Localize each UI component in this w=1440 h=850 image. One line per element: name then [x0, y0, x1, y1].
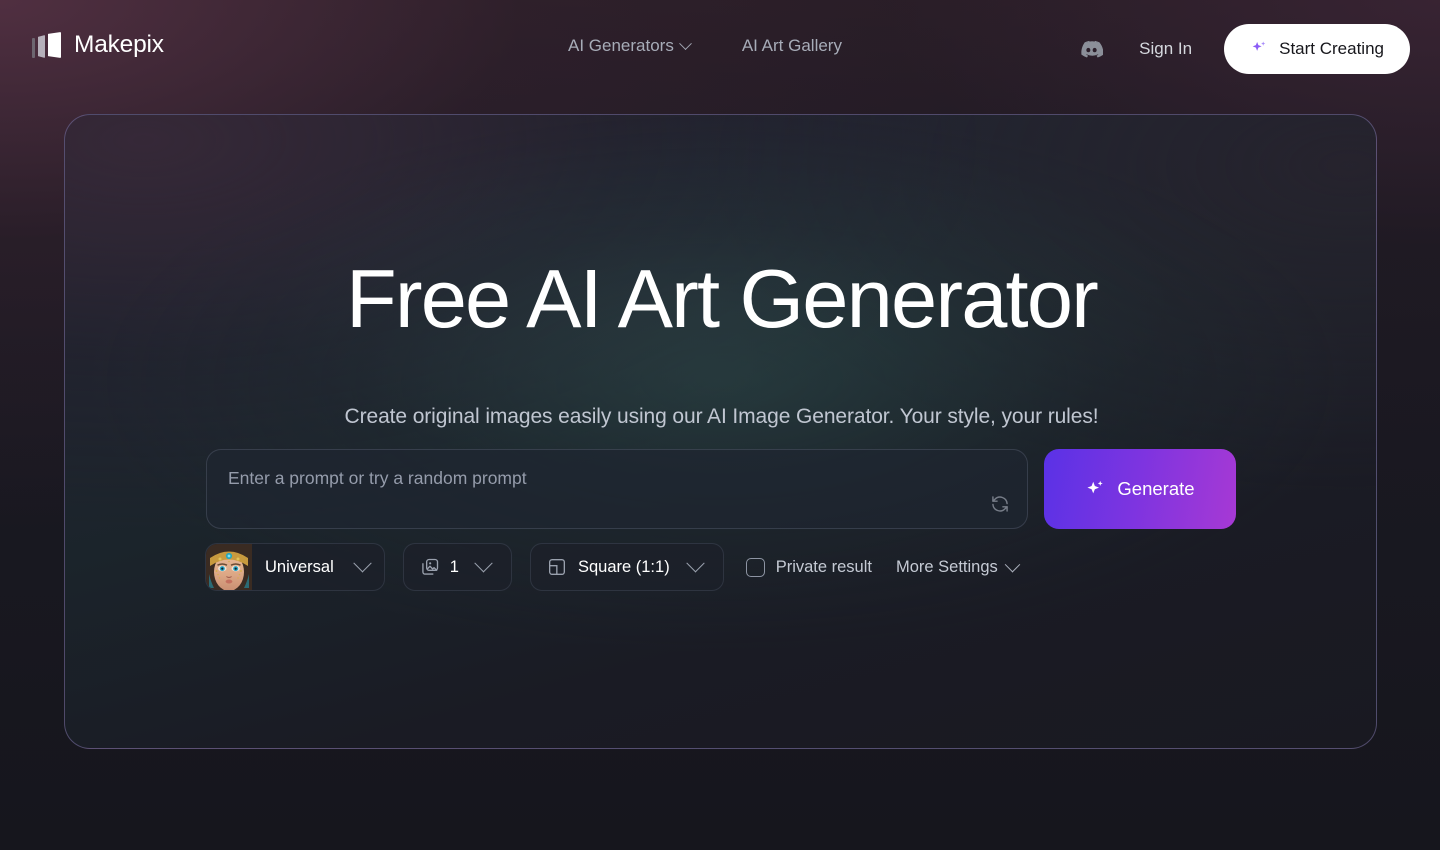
site-header: Makepix AI Generators AI Art Gallery Sig…: [0, 0, 1440, 98]
image-count-selector[interactable]: 1: [402, 543, 512, 591]
brand-name: Makepix: [74, 31, 164, 58]
nav-item-ai-generators-label: AI Generators: [568, 36, 674, 55]
generator-controls: Universal 1 Square (1:1) Private result …: [205, 543, 1021, 591]
private-result-checkbox[interactable]: [745, 557, 765, 577]
chevron-down-icon: [474, 553, 493, 572]
start-creating-label: Start Creating: [1279, 39, 1384, 58]
aspect-ratio-label: Square (1:1): [577, 557, 670, 576]
page-root: Makepix AI Generators AI Art Gallery Sig…: [0, 0, 1440, 850]
prompt-box[interactable]: [206, 449, 1028, 529]
image-count-value: 1: [449, 557, 459, 576]
sparkle-icon: [1087, 480, 1104, 493]
style-thumbnail-fantasy-portrait-icon: [206, 544, 252, 590]
random-prompt-refresh-icon[interactable]: [985, 489, 1015, 519]
style-selector-label: Universal: [265, 557, 334, 576]
page-title: Free AI Art Generator: [345, 252, 1099, 345]
chevron-down-icon: [1004, 556, 1021, 572]
start-creating-button[interactable]: Start Creating: [1224, 24, 1410, 74]
style-selector[interactable]: Universal: [205, 543, 385, 591]
chevron-down-icon: [678, 36, 692, 50]
prompt-input[interactable]: [228, 466, 968, 512]
nav-item-ai-art-gallery[interactable]: AI Art Gallery: [742, 36, 842, 56]
page-subtitle: Create original images easily using our …: [344, 405, 1099, 428]
sparkle-icon: [1252, 41, 1266, 51]
chevron-down-icon: [353, 553, 372, 572]
hero-generator-card: Free AI Art Generator Create original im…: [64, 114, 1377, 749]
sign-in-link[interactable]: Sign In: [1121, 39, 1210, 59]
aspect-ratio-icon: [548, 559, 565, 576]
discord-icon[interactable]: [1069, 27, 1113, 71]
nav-item-ai-art-gallery-label: AI Art Gallery: [741, 36, 842, 55]
prompt-row: Generate: [206, 449, 1236, 529]
chevron-down-icon: [685, 553, 705, 572]
more-settings-label: More Settings: [895, 557, 998, 576]
private-result-toggle[interactable]: Private result: [745, 557, 872, 577]
more-settings-button[interactable]: More Settings: [895, 556, 1021, 577]
aspect-ratio-selector[interactable]: Square (1:1): [529, 543, 724, 591]
brand-logo[interactable]: Makepix: [32, 31, 164, 59]
private-result-label: Private result: [775, 557, 872, 576]
nav-item-ai-generators[interactable]: AI Generators: [568, 36, 692, 56]
primary-nav: AI Generators AI Art Gallery: [568, 36, 842, 56]
makepix-bars-logo-icon: [32, 32, 61, 58]
images-stack-icon: [422, 558, 438, 575]
generate-button[interactable]: Generate: [1044, 449, 1236, 529]
header-actions: Sign In Start Creating: [1069, 24, 1410, 74]
generate-label: Generate: [1117, 478, 1195, 499]
